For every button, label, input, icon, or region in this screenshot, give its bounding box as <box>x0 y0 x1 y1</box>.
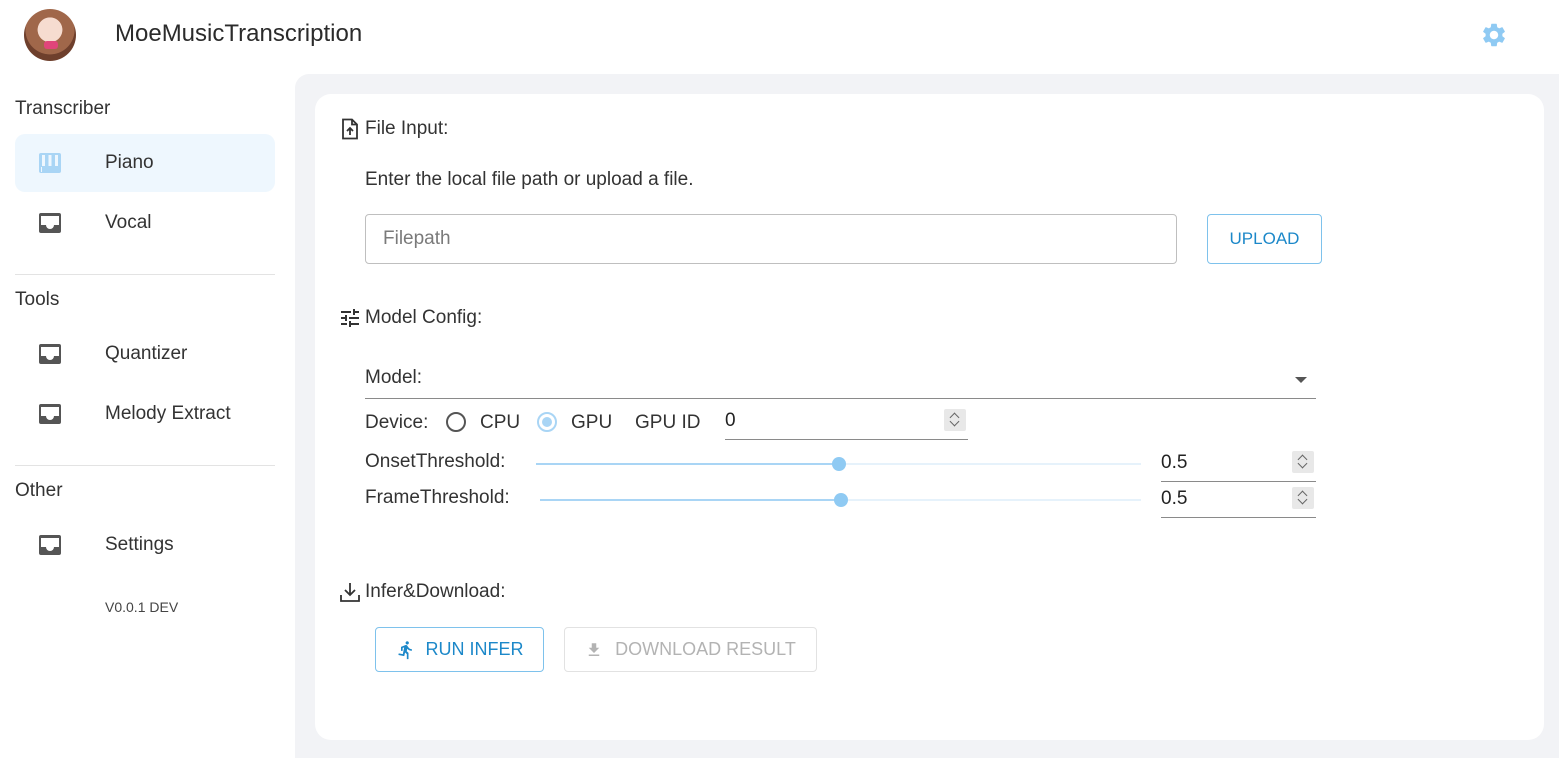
download-result-label: DOWNLOAD RESULT <box>615 639 796 659</box>
sidebar-divider <box>15 274 275 275</box>
inbox-icon <box>39 344 61 364</box>
inbox-icon <box>39 404 61 424</box>
onset-threshold-value: 0.5 <box>1161 452 1188 473</box>
run-infer-label: RUN INFER <box>425 639 524 659</box>
sidebar-divider <box>15 465 275 466</box>
sidebar-item-vocal[interactable]: Vocal <box>15 194 275 252</box>
app-title: MoeMusicTranscription <box>115 20 363 47</box>
upload-button[interactable]: UPLOAD <box>1207 214 1322 264</box>
model-config-title: Model Config: <box>365 307 483 328</box>
file-upload-icon <box>342 118 358 140</box>
onset-threshold-slider[interactable] <box>536 454 1141 474</box>
run-icon <box>397 640 412 659</box>
cpu-label: CPU <box>480 412 521 433</box>
sidebar-item-label: Melody Extract <box>105 403 231 424</box>
filepath-input[interactable] <box>365 214 1177 264</box>
slider-thumb[interactable] <box>833 493 848 507</box>
section-title-other: Other <box>15 480 63 501</box>
sidebar-item-label: Settings <box>105 534 174 555</box>
infer-download-title: Infer&Download: <box>365 581 506 602</box>
tune-icon <box>341 309 359 327</box>
frame-threshold-value: 0.5 <box>1161 488 1188 509</box>
gpu-id-label: GPU ID <box>635 412 701 433</box>
download-icon <box>588 642 600 656</box>
frame-threshold-label: FrameThreshold: <box>365 487 510 508</box>
device-label: Device: <box>365 412 429 433</box>
sidebar-item-piano[interactable]: Piano <box>15 134 275 192</box>
section-title-tools: Tools <box>15 289 60 310</box>
inbox-icon <box>39 213 61 233</box>
gpu-id-value: 0 <box>725 410 736 431</box>
inbox-icon <box>39 535 61 555</box>
app-avatar <box>24 9 76 61</box>
sidebar-item-label: Vocal <box>105 212 152 233</box>
frame-threshold-input[interactable]: 0.5 <box>1161 482 1316 518</box>
infer-download-heading: Infer&Download: <box>338 580 505 604</box>
spinner-icon[interactable] <box>1292 487 1314 509</box>
gpu-label: GPU <box>571 412 613 433</box>
onset-threshold-label: OnsetThreshold: <box>365 451 506 472</box>
model-label: Model: <box>365 367 423 388</box>
gpu-id-input[interactable]: 0 <box>725 404 968 440</box>
cpu-radio[interactable] <box>446 412 466 432</box>
version-label: V0.0.1 DEV <box>105 599 179 615</box>
sidebar-item-settings[interactable]: Settings <box>15 516 275 574</box>
gpu-radio[interactable] <box>537 412 557 432</box>
download-result-button: DOWNLOAD RESULT <box>564 627 817 672</box>
sidebar-item-label: Quantizer <box>105 343 188 364</box>
chevron-down-icon <box>1295 377 1307 383</box>
slider-thumb[interactable] <box>831 457 846 471</box>
model-config-heading: Model Config: <box>338 306 482 330</box>
spinner-icon[interactable] <box>944 409 966 431</box>
spinner-icon[interactable] <box>1292 451 1314 473</box>
sidebar: Transcriber Piano Vocal Tools Quantizer … <box>0 70 295 758</box>
gear-icon[interactable] <box>1480 21 1508 49</box>
file-input-hint: Enter the local file path or upload a fi… <box>365 169 694 190</box>
sidebar-item-quantizer[interactable]: Quantizer <box>15 325 275 383</box>
file-input-title: File Input: <box>365 118 449 139</box>
frame-threshold-slider[interactable] <box>540 490 1141 510</box>
sidebar-item-label: Piano <box>105 152 154 173</box>
model-select[interactable]: Model: <box>365 362 1316 399</box>
onset-threshold-input[interactable]: 0.5 <box>1161 446 1316 482</box>
run-infer-button[interactable]: RUN INFER <box>375 627 544 672</box>
download-icon <box>340 583 360 602</box>
section-title-transcriber: Transcriber <box>15 98 111 119</box>
sidebar-item-melody-extract[interactable]: Melody Extract <box>15 385 275 443</box>
app-header: MoeMusicTranscription <box>0 0 1559 70</box>
piano-icon <box>39 153 61 173</box>
file-input-heading: File Input: <box>338 117 448 141</box>
